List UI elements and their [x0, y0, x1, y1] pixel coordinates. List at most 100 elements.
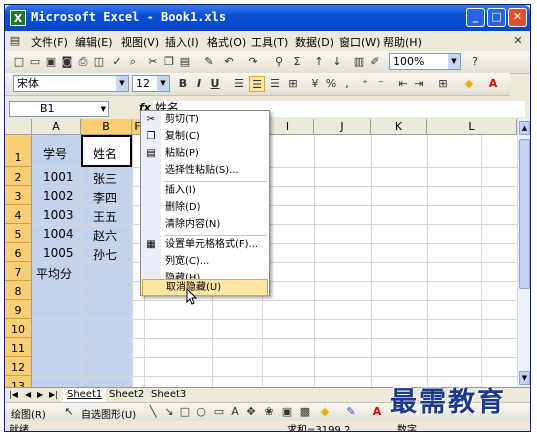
name-box[interactable]: B1 ▼: [9, 101, 109, 117]
picture2-icon[interactable]: ▩: [297, 404, 313, 420]
decrease-decimal-icon[interactable]: ⁻: [373, 76, 389, 92]
font-color-icon[interactable]: A: [485, 76, 501, 92]
menu-item-delete[interactable]: 删除(D): [142, 200, 268, 216]
next-sheet-icon[interactable]: ▶: [37, 390, 43, 399]
align-center-icon[interactable]: ☰: [249, 76, 265, 92]
underline-button[interactable]: U: [207, 76, 223, 92]
format-painter-icon[interactable]: ✎: [201, 54, 217, 70]
cell-a4[interactable]: 1003: [43, 208, 74, 222]
currency-icon[interactable]: ¥: [307, 76, 323, 92]
cell-b4[interactable]: 王五: [93, 208, 117, 225]
cell-a2[interactable]: 1001: [43, 170, 74, 184]
print-preview-icon[interactable]: ◫: [91, 54, 107, 70]
col-header-k[interactable]: K: [371, 119, 427, 135]
draw-menu-button[interactable]: 绘图(R): [11, 406, 46, 421]
menu-file[interactable]: 文件(F): [31, 34, 68, 50]
merge-center-icon[interactable]: ⊞: [285, 76, 301, 92]
last-sheet-icon[interactable]: ▶|: [49, 390, 58, 399]
menu-item-column-width[interactable]: 列宽(C)...: [142, 254, 268, 270]
cut-icon[interactable]: ✂: [145, 54, 161, 70]
new-icon[interactable]: □: [11, 54, 27, 70]
menu-window[interactable]: 窗口(W): [339, 34, 380, 50]
first-sheet-icon[interactable]: |◀: [9, 390, 18, 399]
bold-button[interactable]: B: [175, 76, 191, 92]
zoom-select[interactable]: 100% ▼: [389, 53, 461, 70]
row-header-11[interactable]: 11: [5, 338, 32, 357]
cell-a1[interactable]: 学号: [43, 145, 67, 162]
menu-view[interactable]: 视图(V): [121, 34, 159, 50]
cell-a3[interactable]: 1002: [43, 189, 74, 203]
arrow-icon[interactable]: ↘: [161, 404, 177, 420]
align-left-icon[interactable]: ☰: [231, 76, 247, 92]
print-icon[interactable]: ⎙: [75, 54, 91, 70]
sort-desc-icon[interactable]: ↓: [329, 54, 345, 70]
comma-button[interactable]: ,: [339, 76, 355, 92]
oval-icon[interactable]: ○: [193, 404, 209, 420]
menu-item-paste[interactable]: ▤ 粘贴(P): [142, 146, 268, 162]
cell-a6[interactable]: 1005: [43, 246, 74, 260]
cell-a5[interactable]: 1004: [43, 227, 74, 241]
row-header-5[interactable]: 5: [5, 224, 32, 243]
scroll-thumb[interactable]: [519, 139, 530, 289]
percent-button[interactable]: %: [323, 76, 339, 92]
col-header-j[interactable]: J: [314, 119, 371, 135]
tab-sheet2[interactable]: Sheet2: [105, 388, 149, 403]
select-all-corner[interactable]: [5, 119, 32, 135]
save-icon[interactable]: ▣: [43, 54, 59, 70]
menu-item-paste-special[interactable]: 选择性粘贴(S)...: [142, 163, 268, 179]
close-button[interactable]: ✕: [508, 8, 527, 27]
cell-b5[interactable]: 赵六: [93, 227, 117, 244]
menu-item-insert[interactable]: 插入(I): [142, 183, 268, 199]
title-bar[interactable]: X Microsoft Excel - Book1.xls _ □ ✕: [5, 5, 530, 31]
permission-icon[interactable]: ◙: [59, 54, 75, 70]
menu-help[interactable]: 帮助(H): [383, 34, 422, 50]
menu-insert[interactable]: 插入(I): [165, 34, 199, 50]
menu-edit[interactable]: 编辑(E): [75, 34, 113, 50]
font-name-select[interactable]: 宋体 ▼: [13, 75, 129, 92]
autosum-icon[interactable]: Σ: [289, 54, 305, 70]
doc-close-icon[interactable]: ✕: [510, 33, 526, 49]
clipart-icon[interactable]: ❀: [261, 404, 277, 420]
minimize-button[interactable]: _: [466, 8, 485, 27]
font-size-select[interactable]: 12 ▼: [132, 75, 170, 92]
cell-b6[interactable]: 孙七: [93, 246, 117, 263]
row-header-7[interactable]: 7: [5, 262, 32, 281]
drawing-icon[interactable]: ✐: [367, 54, 383, 70]
borders-icon[interactable]: ⊞: [435, 76, 451, 92]
prev-sheet-icon[interactable]: ◀: [25, 390, 31, 399]
chart-wizard-icon[interactable]: ▥: [351, 54, 367, 70]
row-header-6[interactable]: 6: [5, 243, 32, 262]
copy-icon[interactable]: ❐: [161, 54, 177, 70]
menu-item-format-cells[interactable]: ▦ 设置单元格格式(F)...: [142, 237, 268, 253]
scroll-up-icon[interactable]: ▲: [519, 121, 530, 135]
font-color-draw-icon[interactable]: A: [369, 404, 385, 420]
row-header-9[interactable]: 9: [5, 300, 32, 319]
doc-icon[interactable]: ▤: [7, 33, 23, 49]
textbox-icon[interactable]: ▭: [211, 404, 227, 420]
cell-b1[interactable]: 姓名: [93, 145, 117, 162]
increase-decimal-icon[interactable]: ⁺: [357, 76, 373, 92]
sort-asc-icon[interactable]: ↑: [311, 54, 327, 70]
cell-b2[interactable]: 张三: [93, 170, 117, 187]
paste-icon[interactable]: ▤: [177, 54, 193, 70]
italic-button[interactable]: I: [191, 76, 207, 92]
row-header-1[interactable]: 1: [5, 135, 32, 167]
row-header-3[interactable]: 3: [5, 186, 32, 205]
autoshapes-menu-button[interactable]: 自选图形(U): [81, 406, 136, 421]
research-icon[interactable]: ⌕: [125, 54, 141, 70]
row-header-2[interactable]: 2: [5, 167, 32, 186]
fill-color-icon[interactable]: ◆: [461, 76, 477, 92]
row-header-12[interactable]: 12: [5, 357, 32, 376]
decrease-indent-icon[interactable]: ⇤: [395, 76, 411, 92]
open-icon[interactable]: ▭: [27, 54, 43, 70]
diagram-icon[interactable]: ✥: [243, 404, 259, 420]
scroll-down-icon[interactable]: ▼: [519, 371, 530, 385]
menu-data[interactable]: 数据(D): [295, 34, 334, 50]
help-icon[interactable]: ?: [467, 54, 483, 70]
select-objects-icon[interactable]: ↖: [61, 404, 77, 420]
line-color-icon[interactable]: ✎: [343, 404, 359, 420]
col-header-l[interactable]: L: [427, 119, 517, 135]
align-right-icon[interactable]: ☰: [267, 76, 283, 92]
cell-a7[interactable]: 平均分: [36, 265, 72, 282]
menu-item-clear[interactable]: 清除内容(N): [142, 217, 268, 233]
